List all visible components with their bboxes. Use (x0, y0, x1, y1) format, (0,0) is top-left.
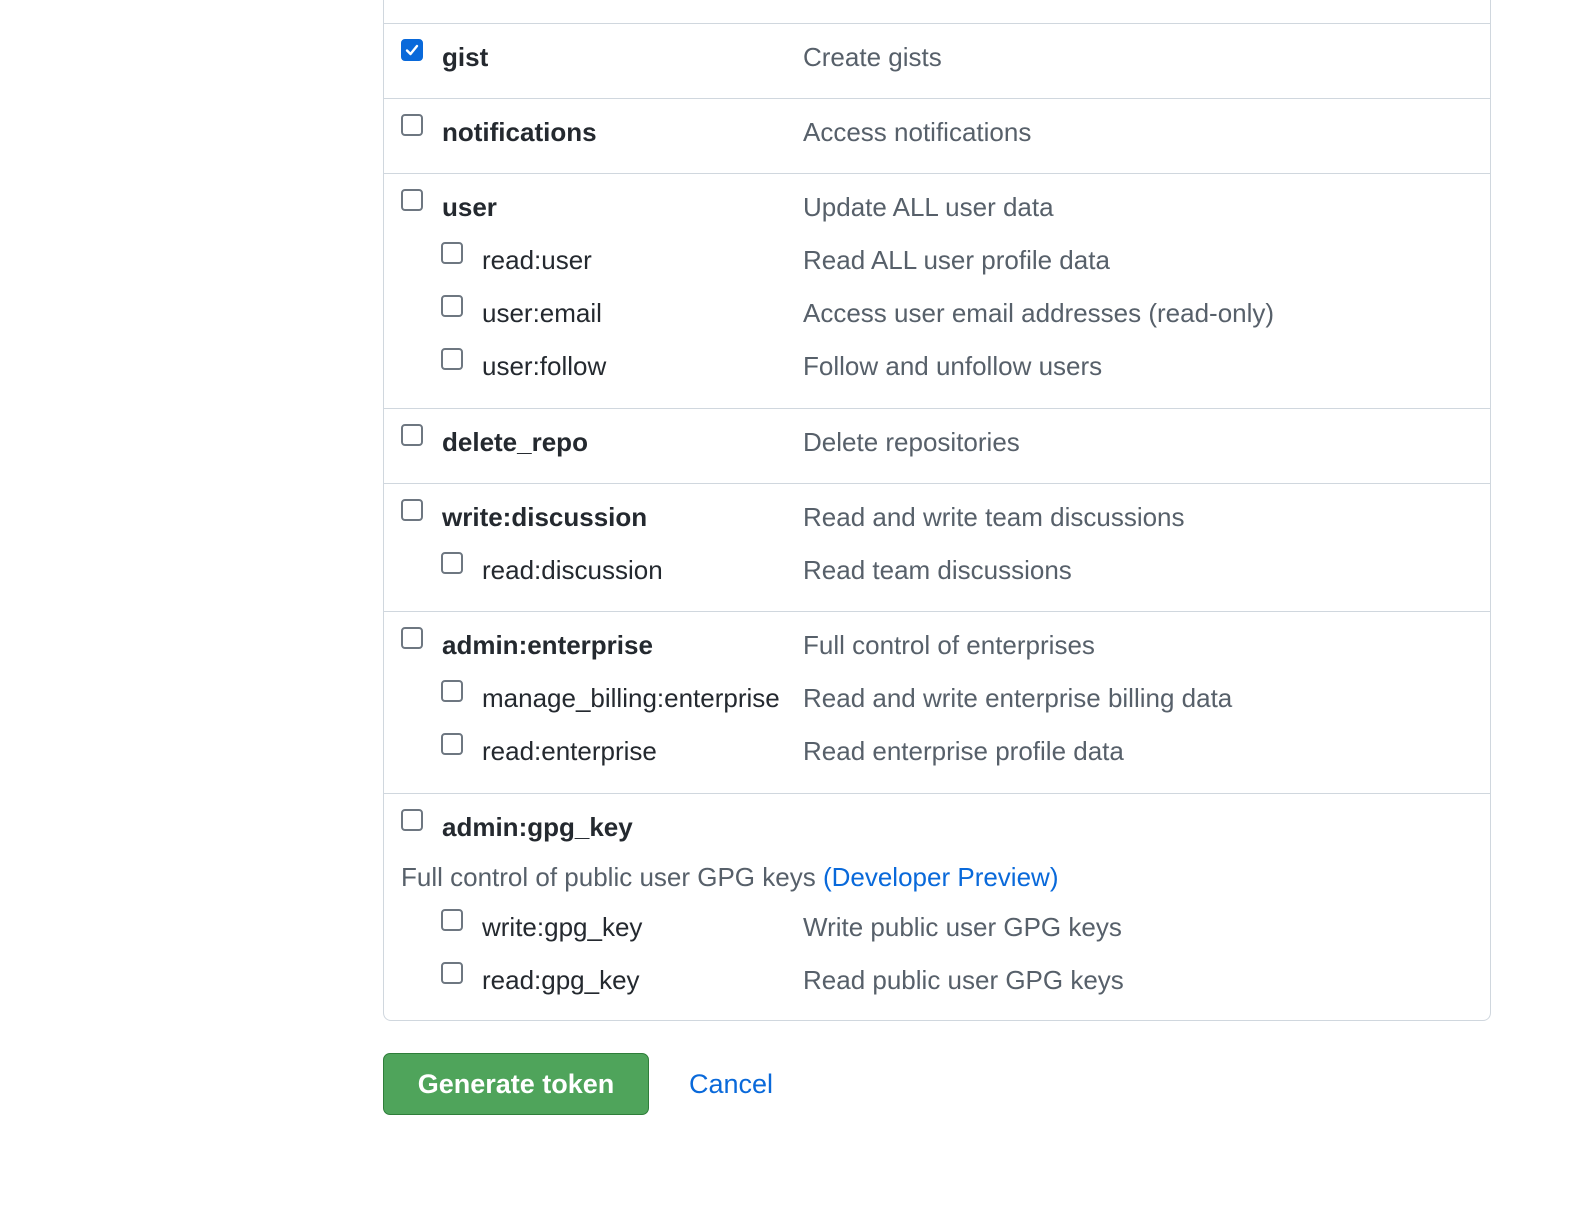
scope-name-read-gpg-key: read:gpg_key (482, 965, 640, 995)
cancel-link[interactable]: Cancel (689, 1068, 773, 1100)
developer-preview-link[interactable]: (Developer Preview) (823, 862, 1059, 892)
scope-checkbox-admin-enterprise[interactable] (401, 627, 423, 649)
scope-name-user-follow: user:follow (482, 351, 607, 381)
scope-checkbox-user[interactable] (401, 189, 423, 211)
scope-desc-delete-repo: Delete repositories (803, 427, 1020, 457)
scope-checkbox-write-gpg-key[interactable] (441, 909, 463, 931)
scope-desc-manage-billing-enterprise: Read and write enterprise billing data (803, 683, 1233, 713)
scope-group-notifications: notifications Access notifications (384, 98, 1490, 174)
scope-checkbox-read-user[interactable] (441, 242, 463, 264)
scope-desc-read-discussion: Read team discussions (803, 555, 1072, 585)
scope-name-manage-billing-enterprise: manage_billing:enterprise (482, 683, 780, 713)
scope-name-admin-gpg-key: admin:gpg_key (442, 812, 633, 842)
scope-desc-user: Update ALL user data (803, 192, 1054, 222)
scope-group-write-discussion: write:discussion Read and write team dis… (384, 483, 1490, 612)
scope-row-read-user[interactable]: read:user Read ALL user profile data (384, 242, 1490, 284)
scope-name-read-enterprise: read:enterprise (482, 736, 657, 766)
scope-row-notifications[interactable]: notifications Access notifications (384, 114, 1490, 156)
scope-name-write-gpg-key: write:gpg_key (482, 912, 643, 942)
scope-row-read-gpg-key[interactable]: read:gpg_key Read public user GPG keys (384, 962, 1490, 1004)
scope-name-admin-enterprise: admin:enterprise (442, 630, 653, 660)
scope-desc-admin-gpg-key-text: Full control of public user GPG keys (401, 862, 816, 892)
scope-checkbox-admin-gpg-key[interactable] (401, 809, 423, 831)
scope-checkbox-manage-billing-enterprise[interactable] (441, 680, 463, 702)
scope-row-read-enterprise[interactable]: read:enterprise Read enterprise profile … (384, 733, 1490, 775)
scope-checkbox-user-follow[interactable] (441, 348, 463, 370)
scope-desc-read-enterprise: Read enterprise profile data (803, 736, 1124, 766)
scope-row-write-discussion[interactable]: write:discussion Read and write team dis… (384, 499, 1490, 541)
scope-row-user-email[interactable]: user:email Access user email addresses (… (384, 295, 1490, 337)
scope-group-admin-gpg-key: admin:gpg_key Full control of public use… (384, 793, 1490, 1022)
scope-checkbox-read-gpg-key[interactable] (441, 962, 463, 984)
generate-token-button[interactable]: Generate token (383, 1053, 649, 1115)
scope-name-gist: gist (442, 42, 489, 72)
checkmark-icon (405, 44, 419, 56)
scope-desc-admin-gpg-key: Full control of public user GPG keys (De… (401, 862, 1058, 892)
scope-group-admin-enterprise: admin:enterprise Full control of enterpr… (384, 611, 1490, 794)
scope-checkbox-read-enterprise[interactable] (441, 733, 463, 755)
scope-desc-read-gpg-key: Read public user GPG keys (803, 965, 1124, 995)
scope-row-read-discussion[interactable]: read:discussion Read team discussions (384, 552, 1490, 594)
scope-desc-user-follow: Follow and unfollow users (803, 351, 1103, 381)
scope-group-delete-repo: delete_repo Delete repositories (384, 408, 1490, 484)
scope-name-write-discussion: write:discussion (442, 502, 648, 532)
scope-group-gist: gist Create gists (384, 23, 1490, 99)
scope-row-write-gpg-key[interactable]: write:gpg_key Write public user GPG keys (384, 909, 1490, 951)
scope-checkbox-gist[interactable] (401, 39, 423, 61)
scope-desc-write-discussion: Read and write team discussions (803, 502, 1185, 532)
scope-checkbox-notifications[interactable] (401, 114, 423, 136)
scope-checkbox-delete-repo[interactable] (401, 424, 423, 446)
scope-name-read-user: read:user (482, 245, 592, 275)
scope-desc-write-gpg-key: Write public user GPG keys (803, 912, 1122, 942)
scope-checkbox-write-discussion[interactable] (401, 499, 423, 521)
scope-checkbox-read-discussion[interactable] (441, 552, 463, 574)
scope-row-user[interactable]: user Update ALL user data (384, 189, 1490, 231)
scope-desc-gist: Create gists (803, 42, 942, 72)
scope-checkbox-user-email[interactable] (441, 295, 463, 317)
scope-row-delete-repo[interactable]: delete_repo Delete repositories (384, 424, 1490, 466)
scope-desc-read-user: Read ALL user profile data (803, 245, 1110, 275)
scope-name-read-discussion: read:discussion (482, 555, 663, 585)
scope-row-admin-enterprise[interactable]: admin:enterprise Full control of enterpr… (384, 627, 1490, 669)
scope-name-notifications: notifications (442, 117, 597, 147)
scope-row-user-follow[interactable]: user:follow Follow and unfollow users (384, 348, 1490, 390)
scope-name-delete-repo: delete_repo (442, 427, 588, 457)
scope-row-manage-billing-enterprise[interactable]: manage_billing:enterprise Read and write… (384, 680, 1490, 722)
scope-name-user-email: user:email (482, 298, 602, 328)
scope-desc-user-email: Access user email addresses (read-only) (803, 298, 1275, 328)
scopes-list: gist Create gists notifications Access n… (383, 0, 1491, 1021)
scope-name-user: user (442, 192, 497, 222)
scope-desc-admin-enterprise: Full control of enterprises (803, 630, 1095, 660)
scope-desc-notifications: Access notifications (803, 117, 1032, 147)
scope-row-admin-gpg-key[interactable]: admin:gpg_key (384, 809, 1490, 851)
scope-row-gist[interactable]: gist Create gists (384, 39, 1490, 81)
scope-group-user: user Update ALL user data read:user Read… (384, 173, 1490, 409)
